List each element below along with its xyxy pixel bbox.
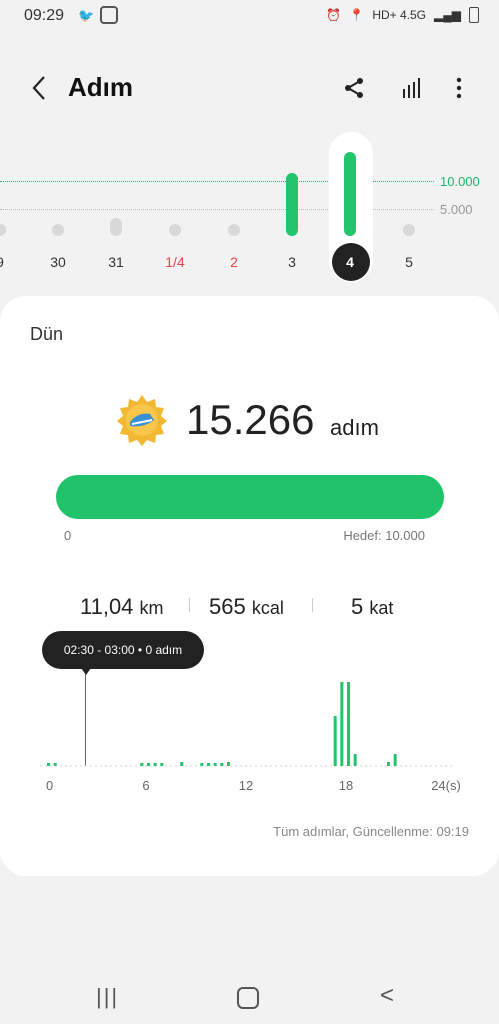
hourly-bar	[340, 682, 344, 766]
day-bar-4[interactable]	[228, 224, 240, 236]
day-bar-1[interactable]	[52, 224, 64, 236]
floors-value: 5	[351, 594, 364, 619]
hourly-bar	[200, 763, 204, 766]
steps-unit: adım	[330, 415, 379, 440]
calories-unit: kcal	[251, 598, 284, 618]
hourly-chart[interactable]: 0 6 12 18 24(s)	[0, 640, 499, 800]
hourly-tick-label: 24(s)	[431, 778, 461, 793]
hourly-tick-label: 6	[142, 778, 149, 793]
recent-apps-icon: |||	[96, 984, 120, 1009]
progress-start-label: 0	[64, 528, 72, 543]
day-label-2[interactable]: 31	[96, 254, 136, 270]
distance-value: 11,04	[80, 594, 134, 619]
calories-stat: 565 kcal	[209, 594, 284, 620]
day-label-0[interactable]: 9	[0, 254, 20, 270]
hourly-bar	[147, 763, 150, 766]
floors-stat: 5 kat	[351, 594, 393, 620]
back-nav-button[interactable]: <	[380, 982, 394, 1010]
stat-divider	[312, 598, 313, 612]
day-label-3[interactable]: 1/4	[155, 254, 195, 270]
day-bar-3[interactable]	[169, 224, 181, 236]
hourly-bar	[213, 763, 217, 766]
floors-unit: kat	[369, 598, 394, 618]
calories-value: 565	[209, 594, 246, 619]
day-bar-6[interactable]	[344, 152, 356, 236]
stat-divider	[189, 598, 190, 612]
hourly-bar	[387, 762, 390, 766]
day-label-7[interactable]: 5	[389, 254, 429, 270]
distance-stat: 11,04 km	[80, 594, 164, 620]
distance-unit: km	[139, 598, 164, 618]
hourly-bar	[47, 763, 50, 766]
hourly-bar	[153, 763, 157, 766]
back-nav-icon: <	[380, 982, 395, 1009]
hourly-bar	[220, 763, 224, 766]
day-label-5[interactable]: 3	[272, 254, 312, 270]
hourly-bar	[180, 762, 184, 766]
day-bar-0[interactable]	[0, 224, 6, 236]
day-bar-7[interactable]	[403, 224, 415, 236]
steps-count: 15.266	[186, 396, 315, 443]
hourly-tick-label: 12	[239, 778, 253, 793]
updated-label: Tüm adımlar, Güncellenme: 09:19	[273, 824, 469, 839]
hourly-bar	[140, 763, 144, 766]
hourly-bar	[393, 754, 397, 766]
day-label-4[interactable]: 2	[214, 254, 254, 270]
hourly-bar	[53, 763, 57, 766]
hourly-bar	[207, 763, 210, 766]
hourly-tick-label: 0	[46, 778, 53, 793]
day-bar-5[interactable]	[286, 172, 298, 236]
home-button[interactable]	[237, 987, 259, 1009]
hourly-bar	[227, 762, 230, 766]
hourly-tick-label: 18	[339, 778, 353, 793]
achievement-badge-icon	[116, 394, 168, 446]
day-label-1[interactable]: 30	[38, 254, 78, 270]
goal-progress-bar	[56, 475, 444, 519]
weekly-chart[interactable]: 9 30 31 1/4 2 3 4 5	[0, 0, 499, 290]
goal-label: Hedef: 10.000	[343, 528, 425, 543]
day-label: Dün	[30, 324, 64, 344]
day-bar-2[interactable]	[110, 218, 122, 236]
hourly-bar	[333, 716, 337, 766]
recent-apps-button[interactable]: |||	[96, 984, 119, 1010]
hourly-bar	[347, 682, 350, 766]
hourly-bar	[353, 754, 357, 766]
hourly-chart-svg: 0 6 12 18 24(s)	[40, 682, 461, 793]
day-label-6[interactable]: 4	[330, 254, 370, 270]
hourly-bar	[160, 763, 164, 766]
